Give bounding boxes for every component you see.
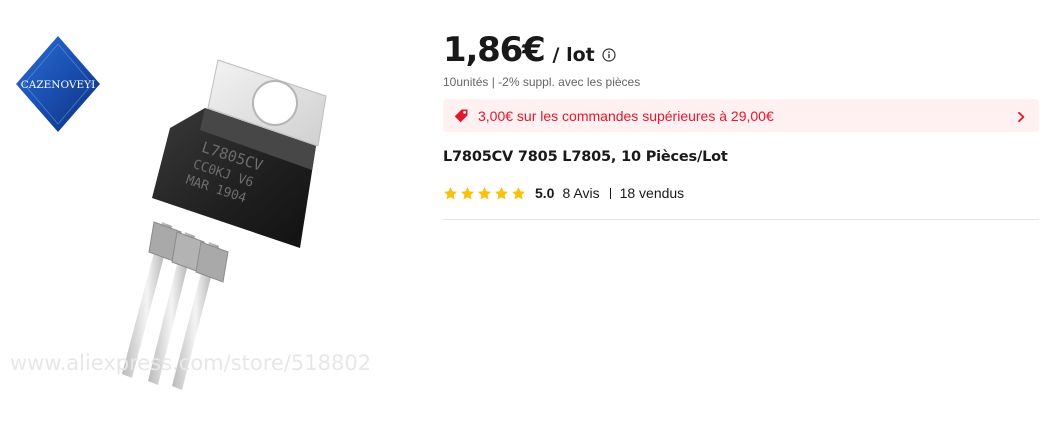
price-unit: / lot — [552, 44, 595, 66]
divider — [609, 187, 611, 199]
star-icon — [478, 186, 491, 199]
reviews-link[interactable]: 8 Avis — [562, 185, 599, 201]
image-watermark: www.aliexpress.com/store/518802 — [10, 351, 371, 375]
product-photo: CAZENOVEYI L7805CV CC0KJ V6 MAR 1904 www… — [10, 36, 371, 390]
rating-stars — [443, 186, 526, 201]
rating-row: 5.0 8 Avis 18 vendus — [443, 184, 684, 202]
product-title: L7805CV 7805 L7805, 10 Pièces/Lot — [443, 149, 728, 165]
price-tag-icon — [453, 108, 469, 124]
star-icon — [444, 186, 457, 199]
store-logo: CAZENOVEYI — [16, 36, 100, 132]
star-icon — [461, 186, 474, 199]
quantity-discount-note: 10unités | -2% suppl. avec les pièces — [443, 75, 641, 89]
chevron-right-icon[interactable] — [1015, 110, 1027, 122]
coupon-text: 3,00€ sur les commandes supérieures à 29… — [478, 107, 774, 124]
price-row: 1,86€ / lot — [443, 30, 616, 74]
sold-count: 18 vendus — [619, 185, 685, 201]
price-amount: 1,86€ — [443, 30, 546, 70]
section-divider — [443, 219, 1039, 220]
info-circle-icon[interactable] — [602, 48, 616, 62]
store-logo-text: CAZENOVEYI — [21, 79, 96, 91]
star-icon — [512, 186, 525, 199]
product-image[interactable]: CAZENOVEYI L7805CV CC0KJ V6 MAR 1904 www… — [0, 0, 420, 436]
star-icon — [495, 186, 508, 199]
rating-value: 5.0 — [535, 185, 555, 201]
coupon-banner[interactable]: 3,00€ sur les commandes supérieures à 29… — [443, 99, 1039, 132]
